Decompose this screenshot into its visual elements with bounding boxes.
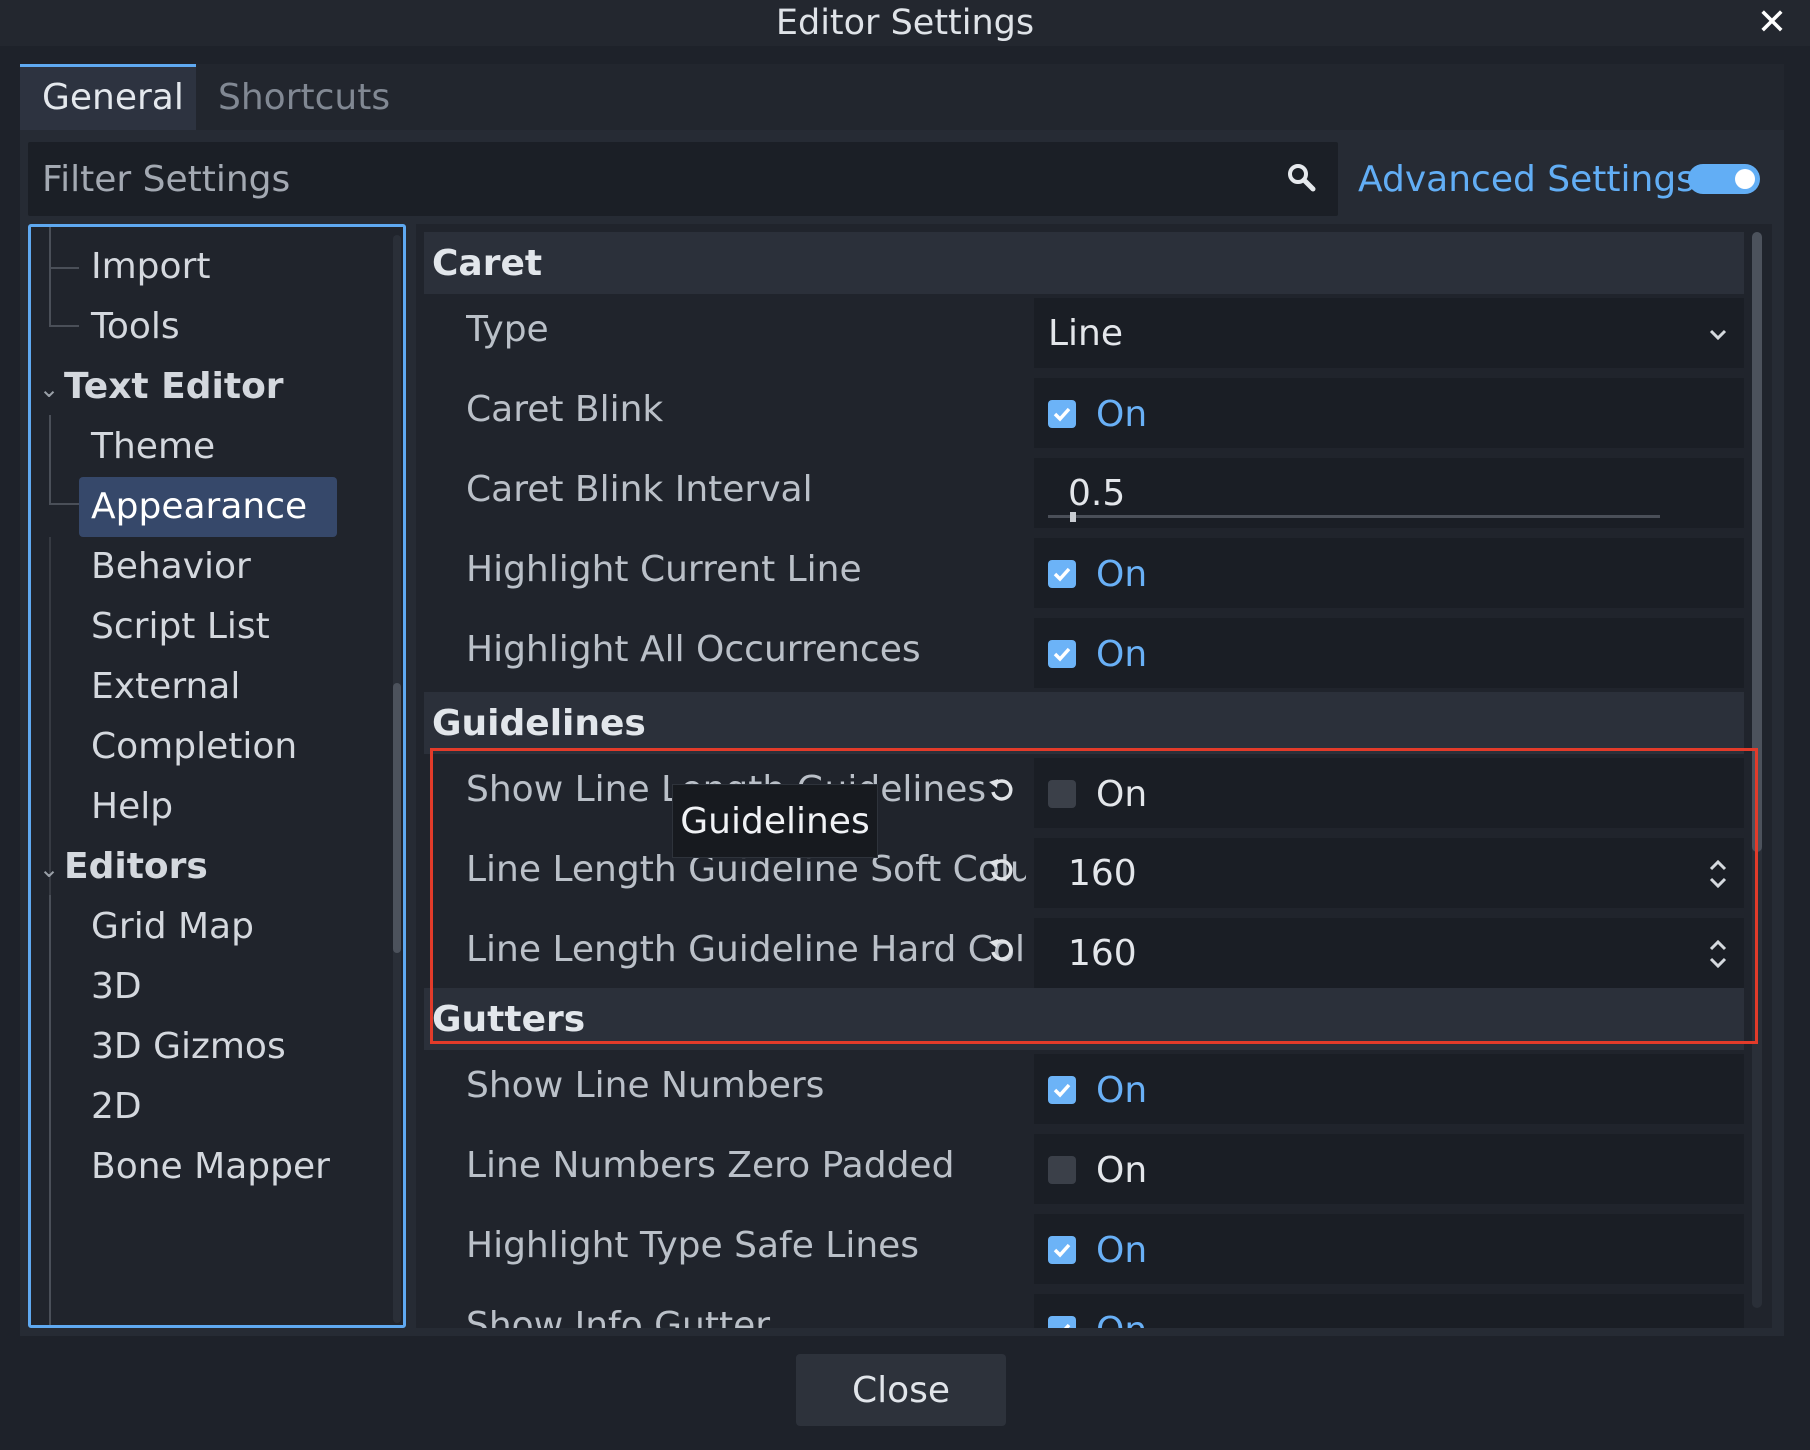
toggle-knob bbox=[1735, 169, 1755, 189]
section-caret[interactable]: Caret bbox=[424, 232, 1744, 294]
tree-item-2d[interactable]: 2D bbox=[31, 1077, 391, 1137]
caret-blink-checkbox[interactable]: On bbox=[1034, 378, 1744, 448]
checkbox-checked-icon bbox=[1048, 1076, 1076, 1104]
type-dropdown[interactable]: Line bbox=[1034, 298, 1744, 368]
line-numbers-zero-padded-checkbox[interactable]: On bbox=[1034, 1134, 1744, 1204]
property-row-type: Type Line bbox=[424, 294, 1744, 370]
property-row-show-line-numbers: Show Line Numbers On bbox=[424, 1050, 1744, 1126]
highlight-current-line-checkbox[interactable]: On bbox=[1034, 538, 1744, 608]
property-label: Highlight All Occurrences bbox=[466, 629, 921, 670]
tree-item-import[interactable]: Import bbox=[31, 237, 391, 297]
tree-item-tools[interactable]: Tools bbox=[31, 297, 391, 357]
search-icon bbox=[1288, 164, 1316, 192]
revert-icon[interactable] bbox=[984, 772, 1020, 808]
checkbox-checked-icon bbox=[1048, 560, 1076, 588]
highlight-type-safe-lines-checkbox[interactable]: On bbox=[1034, 1214, 1744, 1284]
filter-placeholder: Filter Settings bbox=[42, 159, 291, 200]
tree-section-text-editor[interactable]: ⌄ Text Editor bbox=[31, 357, 391, 417]
filter-settings-input[interactable]: Filter Settings bbox=[28, 142, 1338, 216]
tab-general[interactable]: General bbox=[20, 64, 196, 130]
revert-icon[interactable] bbox=[984, 932, 1020, 968]
tree-item-appearance[interactable]: Appearance bbox=[31, 477, 391, 537]
tree-item-external[interactable]: External bbox=[31, 657, 391, 717]
caret-blink-interval-slider[interactable]: 0.5 bbox=[1034, 458, 1744, 528]
property-label: Show Line Numbers bbox=[466, 1065, 825, 1106]
tree-item-script-list[interactable]: Script List bbox=[31, 597, 391, 657]
settings-tree: Import Tools ⌄ Text Editor Theme Appeara… bbox=[28, 224, 406, 1328]
property-row-highlight-type-safe-lines: Highlight Type Safe Lines On bbox=[424, 1210, 1744, 1286]
window-title: Editor Settings bbox=[775, 3, 1035, 43]
tree-item-3d-gizmos[interactable]: 3D Gizmos bbox=[31, 1017, 391, 1077]
tree-item-completion[interactable]: Completion bbox=[31, 717, 391, 777]
checkbox-checked-icon bbox=[1048, 1236, 1076, 1264]
slider-track bbox=[1048, 515, 1660, 518]
close-icon[interactable]: ✕ bbox=[1752, 0, 1792, 46]
property-label: Type bbox=[466, 309, 549, 350]
checkbox-checked-icon bbox=[1048, 1316, 1076, 1328]
property-row-highlight-all-occurrences: Highlight All Occurrences On bbox=[424, 614, 1744, 690]
chevron-down-icon bbox=[1709, 329, 1727, 341]
highlight-all-occurrences-checkbox[interactable]: On bbox=[1034, 618, 1744, 688]
checkbox-unchecked-icon bbox=[1048, 780, 1076, 808]
property-label: Line Numbers Zero Padded bbox=[466, 1145, 955, 1186]
property-row-hard-column: Line Length Guideline Hard Colu 160 bbox=[424, 914, 1744, 990]
tab-bar: General Shortcuts bbox=[20, 64, 1784, 130]
property-label: Caret Blink Interval bbox=[466, 469, 813, 510]
tab-shortcuts[interactable]: Shortcuts bbox=[196, 64, 390, 130]
property-row-show-info-gutter: Show Info Gutter On bbox=[424, 1290, 1744, 1328]
close-button[interactable]: Close bbox=[796, 1354, 1006, 1426]
property-label: Show Info Gutter bbox=[466, 1305, 771, 1328]
hard-column-spinbox[interactable]: 160 bbox=[1034, 918, 1744, 988]
property-label: Caret Blink bbox=[466, 389, 664, 430]
tree-item-help[interactable]: Help bbox=[31, 777, 391, 837]
advanced-settings-label[interactable]: Advanced Settings bbox=[1358, 142, 1695, 216]
settings-panel: General Shortcuts Filter Settings Advanc… bbox=[20, 64, 1784, 1336]
tree-item-3d[interactable]: 3D bbox=[31, 957, 391, 1017]
tree-item-behavior[interactable]: Behavior bbox=[31, 537, 391, 597]
spinner-arrows-icon[interactable] bbox=[1706, 856, 1730, 892]
section-guidelines[interactable]: Guidelines bbox=[424, 692, 1744, 754]
inspector-panel: Caret Type Line Caret Blink On Caret Bli… bbox=[416, 224, 1772, 1328]
property-row-caret-blink-interval: Caret Blink Interval 0.5 bbox=[424, 454, 1744, 530]
checkbox-checked-icon bbox=[1048, 400, 1076, 428]
title-bar: Editor Settings ✕ bbox=[0, 0, 1810, 46]
property-row-highlight-current-line: Highlight Current Line On bbox=[424, 534, 1744, 610]
soft-column-spinbox[interactable]: 160 bbox=[1034, 838, 1744, 908]
scroll-thumb[interactable] bbox=[393, 683, 401, 953]
property-label: Line Length Guideline Hard Colu bbox=[466, 929, 1026, 970]
tree-item-bone-mapper[interactable]: Bone Mapper bbox=[31, 1137, 391, 1197]
checkbox-checked-icon bbox=[1048, 640, 1076, 668]
chevron-down-icon: ⌄ bbox=[39, 855, 60, 883]
tree-scrollbar[interactable] bbox=[393, 235, 401, 1323]
tree-section-editors[interactable]: ⌄ Editors bbox=[31, 837, 391, 897]
show-line-length-guidelines-checkbox[interactable]: On bbox=[1034, 758, 1744, 828]
tree-item-theme[interactable]: Theme bbox=[31, 417, 391, 477]
section-gutters[interactable]: Gutters bbox=[424, 988, 1744, 1050]
property-label: Highlight Type Safe Lines bbox=[466, 1225, 920, 1266]
tooltip: Guidelines bbox=[672, 784, 878, 858]
chevron-down-icon: ⌄ bbox=[39, 375, 60, 403]
tree-item-grid-map[interactable]: Grid Map bbox=[31, 897, 391, 957]
spinner-arrows-icon[interactable] bbox=[1706, 936, 1730, 972]
revert-icon[interactable] bbox=[984, 852, 1020, 888]
checkbox-unchecked-icon bbox=[1048, 1156, 1076, 1184]
inspector-scrollbar[interactable] bbox=[1752, 232, 1762, 1308]
property-label: Highlight Current Line bbox=[466, 549, 862, 590]
show-info-gutter-checkbox[interactable]: On bbox=[1034, 1294, 1744, 1328]
advanced-settings-toggle[interactable] bbox=[1688, 164, 1760, 194]
show-line-numbers-checkbox[interactable]: On bbox=[1034, 1054, 1744, 1124]
property-row-line-numbers-zero-padded: Line Numbers Zero Padded On bbox=[424, 1130, 1744, 1206]
scroll-thumb[interactable] bbox=[1752, 232, 1762, 852]
property-row-soft-column: Line Length Guideline Soft Colum 160 bbox=[424, 834, 1744, 910]
property-row-caret-blink: Caret Blink On bbox=[424, 374, 1744, 450]
property-row-show-line-length-guidelines: Show Line Length Guidelines On bbox=[424, 754, 1744, 830]
slider-grabber[interactable] bbox=[1070, 512, 1076, 522]
